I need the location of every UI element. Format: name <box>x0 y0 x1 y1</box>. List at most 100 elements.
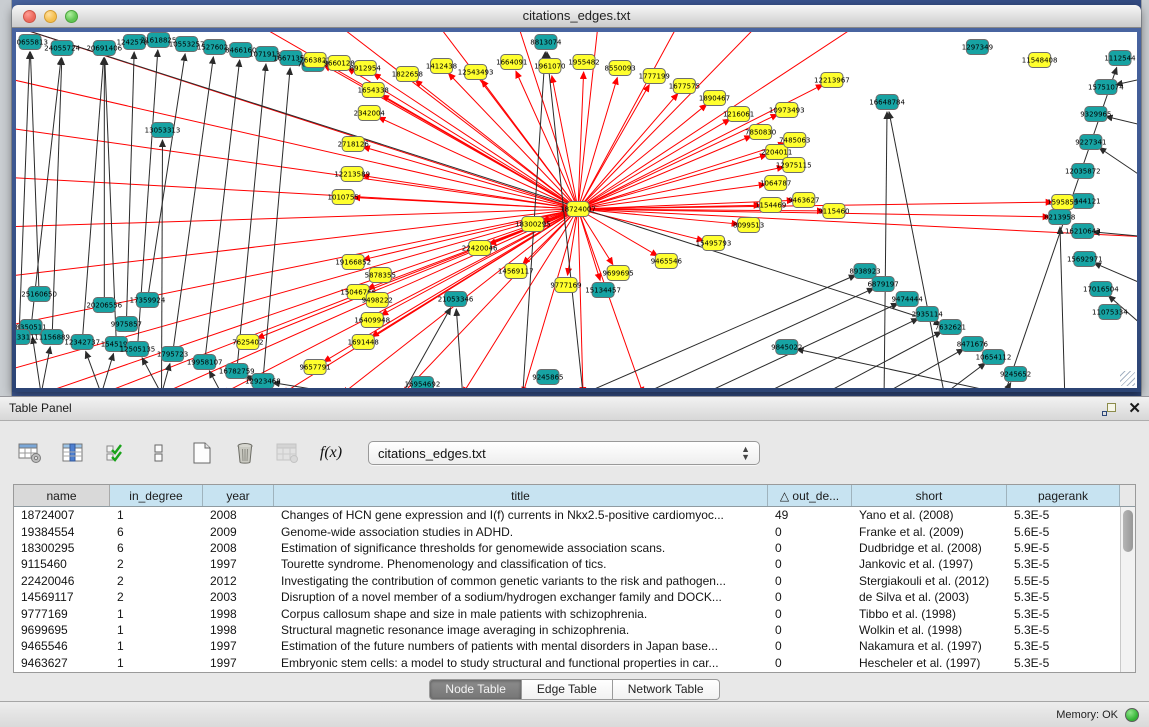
table-cell[interactable]: 0 <box>768 623 852 637</box>
table-row[interactable]: 1872400712008Changes of HCN gene express… <box>14 507 1120 523</box>
graph-node[interactable]: 8213958 <box>1044 210 1075 225</box>
tab-node-table[interactable]: Node Table <box>429 679 522 700</box>
graph-edge[interactable] <box>147 54 185 300</box>
graph-node[interactable]: 9115460 <box>818 204 849 219</box>
graph-node[interactable]: 2718126 <box>338 137 370 152</box>
table-cell[interactable]: 0 <box>768 574 852 588</box>
column-select-icon[interactable] <box>59 439 87 467</box>
float-panel-icon[interactable] <box>1102 403 1116 416</box>
graph-node[interactable]: 1777199 <box>639 69 670 84</box>
graph-node[interactable]: 12035872 <box>1065 164 1101 179</box>
table-cell[interactable]: 2008 <box>203 541 274 555</box>
memory-ok-icon[interactable] <box>1125 708 1139 722</box>
table-cell[interactable]: 1998 <box>203 623 274 637</box>
table-row[interactable]: 911546021997Tourette syndrome. Phenomeno… <box>14 556 1120 572</box>
table-cell[interactable]: 0 <box>768 525 852 539</box>
graph-node[interactable]: 10973493 <box>769 103 805 118</box>
graph-edge[interactable] <box>1099 148 1137 182</box>
column-header-in_degree[interactable]: in_degree <box>110 485 203 506</box>
graph-node[interactable]: 9245652 <box>1000 367 1031 382</box>
graph-node[interactable]: 11075334 <box>1092 305 1128 320</box>
graph-node[interactable]: 12923468 <box>245 374 281 389</box>
table-cell[interactable]: 19384554 <box>14 525 110 539</box>
table-cell[interactable]: 18724007 <box>14 508 110 522</box>
table-cell[interactable]: Jankovic et al. (1997) <box>852 557 1007 571</box>
graph-edge[interactable] <box>126 52 134 324</box>
graph-edge[interactable] <box>578 155 767 209</box>
graph-node[interactable]: 1112544 <box>1104 51 1136 66</box>
graph-edge[interactable] <box>273 383 342 388</box>
graph-node[interactable]: 8813074 <box>530 35 562 50</box>
graph-node[interactable]: 9329965 <box>1080 107 1111 122</box>
table-cell[interactable]: 6 <box>110 525 203 539</box>
close-window-icon[interactable] <box>23 10 36 23</box>
graph-edge[interactable] <box>578 209 583 388</box>
table-row[interactable]: 1830029562008Estimation of significance … <box>14 540 1120 556</box>
table-cell[interactable]: Structural magnetic resonance image aver… <box>274 623 768 637</box>
table-cell[interactable]: Dudbridge et al. (2008) <box>852 541 1007 555</box>
table-row[interactable]: 969969511998Structural magnetic resonanc… <box>14 622 1120 638</box>
graph-node[interactable]: 12342737 <box>64 335 100 350</box>
table-row[interactable]: 1456911722003Disruption of a novel membe… <box>14 589 1120 605</box>
table-cell[interactable]: 2003 <box>203 590 274 604</box>
table-selector-dropdown[interactable]: citations_edges.txt ▲▼ <box>368 441 760 465</box>
graph-edge[interactable] <box>463 209 578 388</box>
network-graph[interactable]: 2065581324055724206914061242578921618825… <box>16 32 1137 388</box>
table-cell[interactable]: 5.3E-5 <box>1007 557 1120 571</box>
table-cell[interactable]: 0 <box>768 590 852 604</box>
graph-edge[interactable] <box>86 351 102 388</box>
table-cell[interactable]: 0 <box>768 656 852 670</box>
minimize-window-icon[interactable] <box>44 10 57 23</box>
graph-node[interactable]: 9699695 <box>603 266 634 281</box>
table-scrollbar-thumb[interactable] <box>1123 510 1133 552</box>
table-cell[interactable]: Franke et al. (2009) <box>852 525 1007 539</box>
graph-edge[interactable] <box>578 72 584 209</box>
graph-edge[interactable] <box>578 32 859 209</box>
graph-node[interactable]: 19958107 <box>187 355 223 370</box>
table-cell[interactable]: Tourette syndrome. Phenomenology and cla… <box>274 557 768 571</box>
graph-node[interactable]: 8912954 <box>350 61 382 76</box>
window-titlebar[interactable]: citations_edges.txt <box>12 5 1141 28</box>
graph-node[interactable]: 16210643 <box>1065 224 1101 239</box>
table-cell[interactable]: 0 <box>768 639 852 653</box>
table-row[interactable]: 946362711997Embryonic stem cells: a mode… <box>14 655 1120 671</box>
delete-table-icon[interactable] <box>231 439 259 467</box>
graph-edge[interactable] <box>16 127 578 209</box>
table-cell[interactable]: Yano et al. (2008) <box>852 508 1007 522</box>
graph-node[interactable]: 1890467 <box>699 91 730 106</box>
table-cell[interactable]: 1 <box>110 656 203 670</box>
table-cell[interactable]: 5.3E-5 <box>1007 607 1120 621</box>
table-cell[interactable]: 1997 <box>203 639 274 653</box>
graph-node[interactable]: 1664091 <box>496 55 527 70</box>
graph-node[interactable]: 9463627 <box>788 193 819 208</box>
table-cell[interactable]: 0 <box>768 607 852 621</box>
network-canvas[interactable]: 2065581324055724206914061242578921618825… <box>16 32 1137 388</box>
graph-node[interactable]: 1955482 <box>568 55 599 70</box>
table-cell[interactable]: 1 <box>110 639 203 653</box>
graph-node[interactable]: 8099513 <box>733 218 764 233</box>
graph-edge[interactable] <box>205 60 240 362</box>
table-cell[interactable]: 1 <box>110 607 203 621</box>
graph-edge[interactable] <box>578 209 643 388</box>
table-cell[interactable]: 5.5E-5 <box>1007 574 1120 588</box>
graph-node[interactable]: 20206556 <box>86 298 122 313</box>
table-cell[interactable]: Nakamura et al. (1997) <box>852 639 1007 653</box>
table-cell[interactable]: 14569117 <box>14 590 110 604</box>
graph-edge[interactable] <box>162 364 170 388</box>
graph-node[interactable]: 24055724 <box>44 41 80 56</box>
table-cell[interactable]: 5.9E-5 <box>1007 541 1120 555</box>
graph-edge[interactable] <box>944 363 985 388</box>
graph-node[interactable]: 12213967 <box>814 73 850 88</box>
graph-node[interactable]: 7625402 <box>232 335 263 350</box>
graph-node[interactable]: 19166852 <box>335 255 371 270</box>
table-row[interactable]: 2242004622012Investigating the contribut… <box>14 573 1120 589</box>
graph-node[interactable]: 1216061 <box>723 107 754 122</box>
column-header-pagerank[interactable]: pagerank <box>1007 485 1120 506</box>
table-row[interactable]: 1938455462009Genome-wide association stu… <box>14 523 1120 539</box>
graph-node[interactable]: 12975115 <box>776 158 812 173</box>
graph-edge[interactable] <box>456 309 462 388</box>
table-cell[interactable]: 9777169 <box>14 607 110 621</box>
graph-edge[interactable] <box>30 52 39 294</box>
graph-node[interactable]: 6879197 <box>867 277 898 292</box>
graph-edge[interactable] <box>1060 227 1065 388</box>
